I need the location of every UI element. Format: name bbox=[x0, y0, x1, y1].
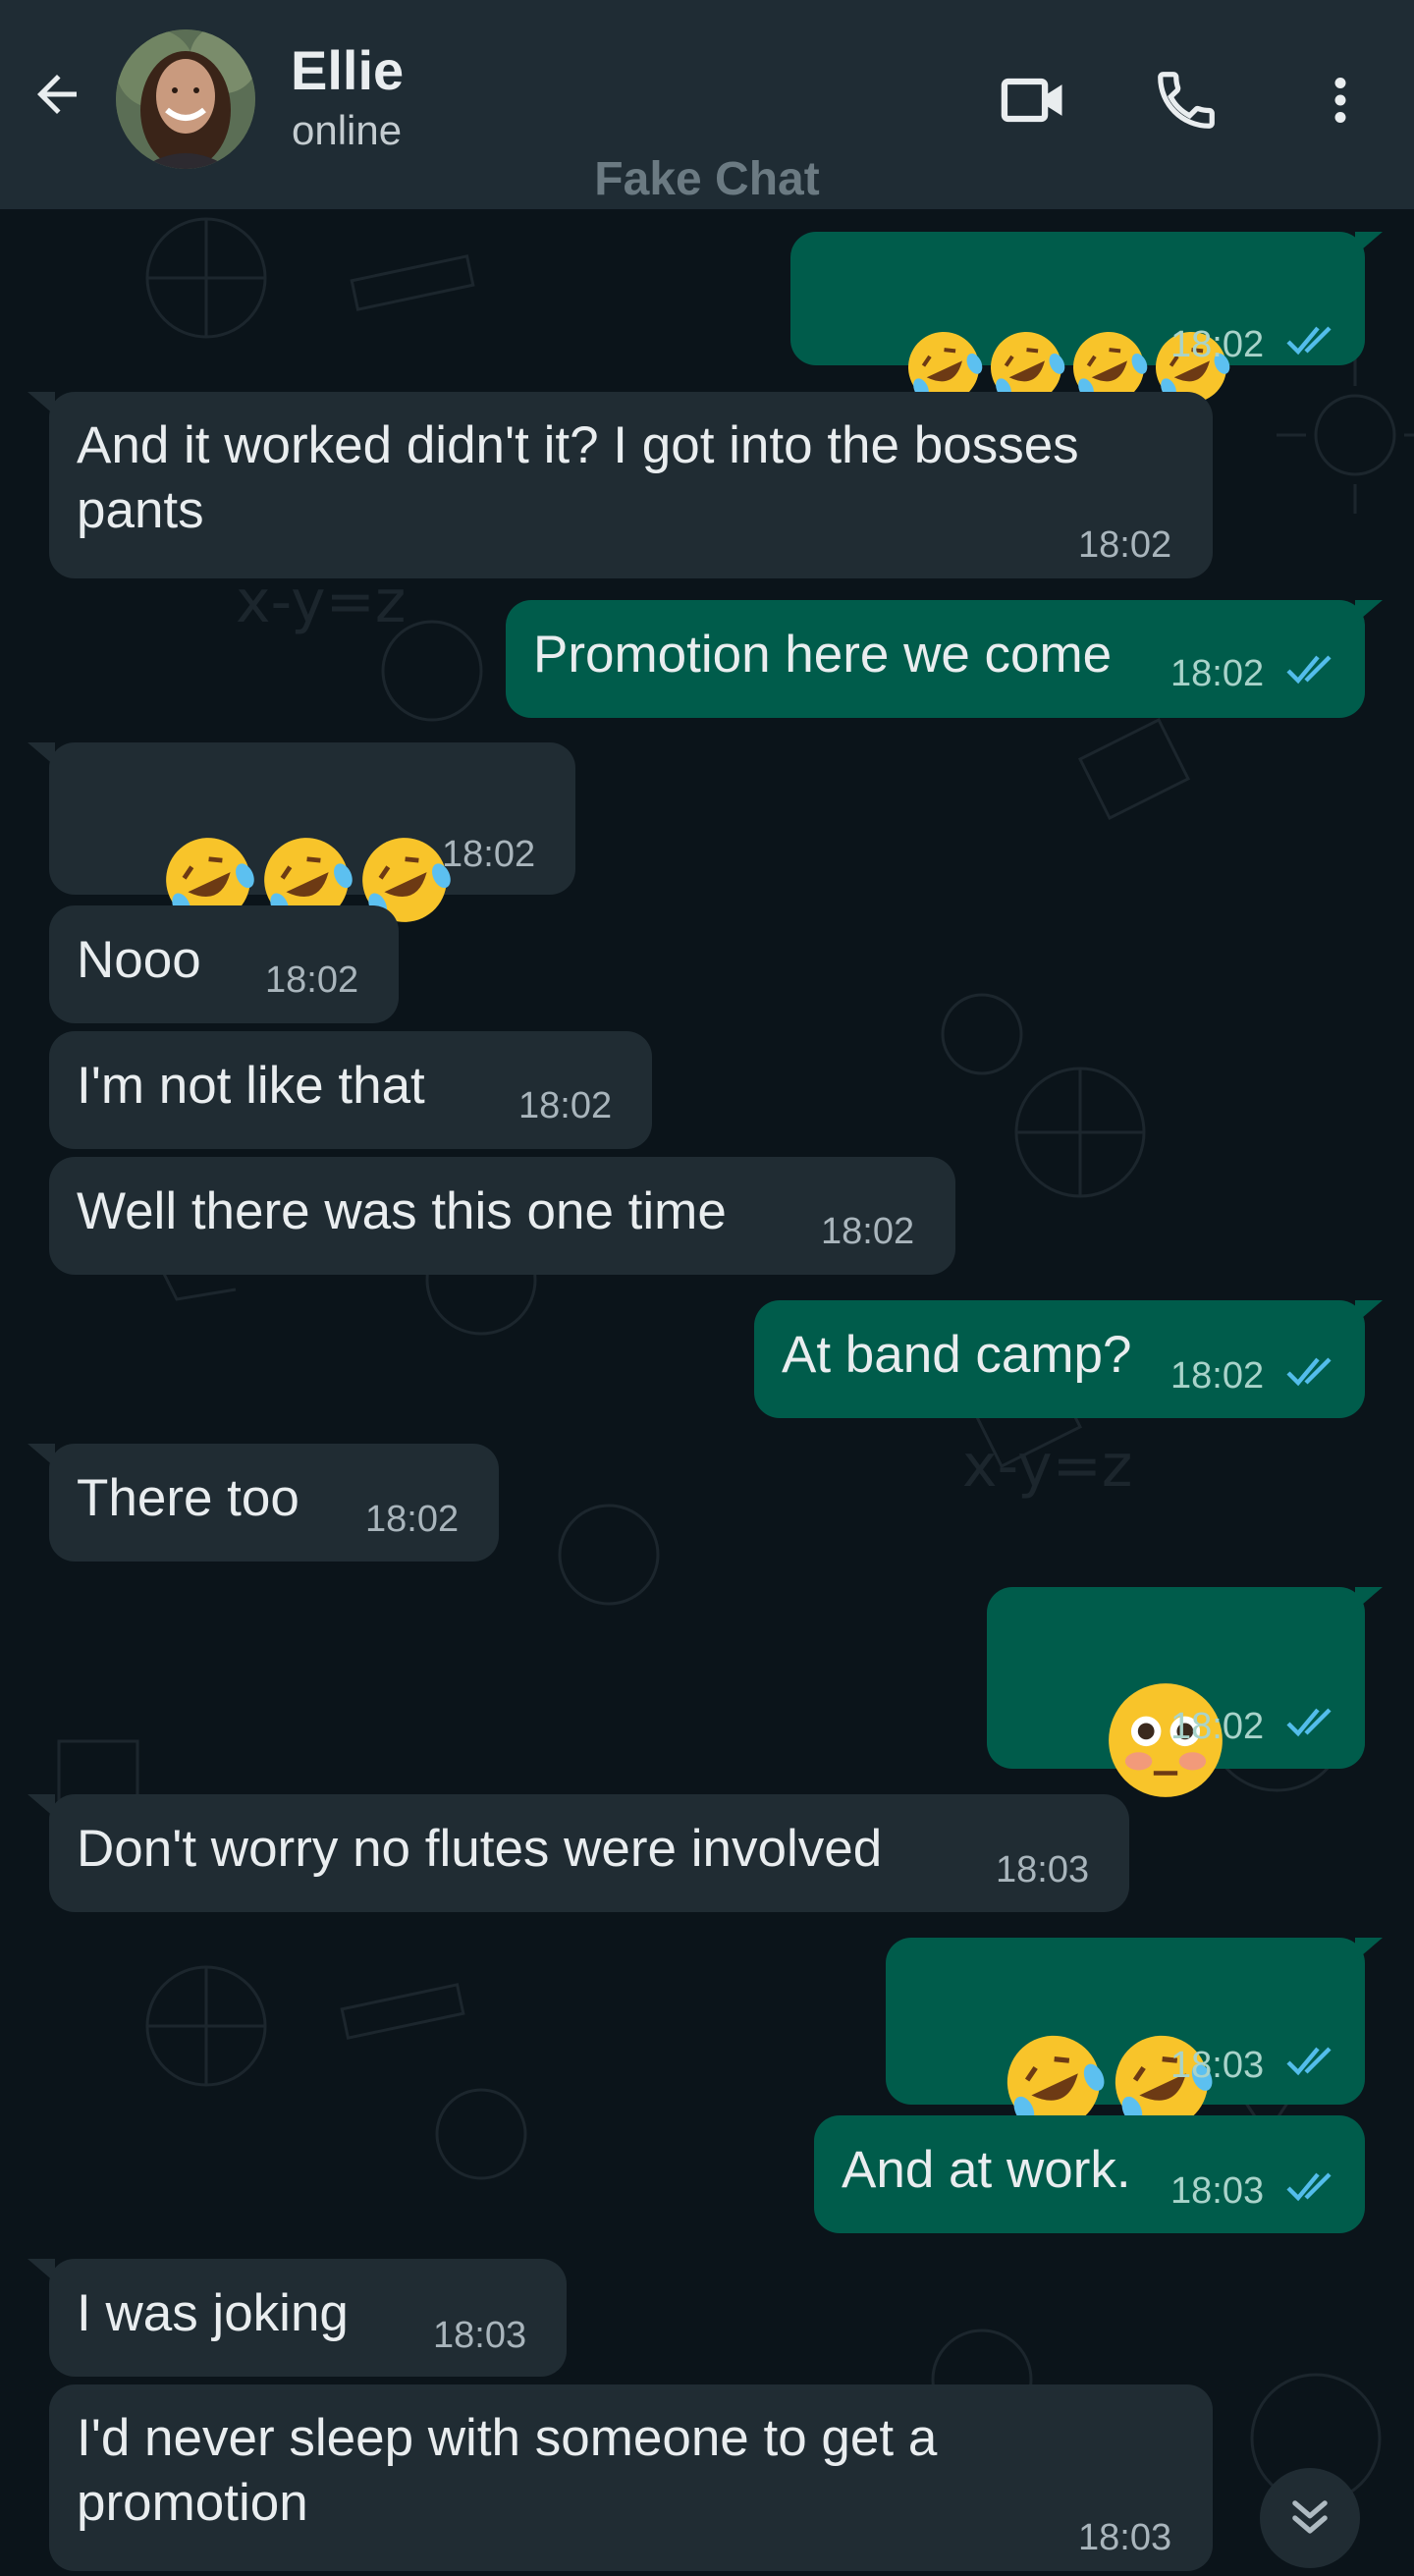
double-chevron-down-icon bbox=[1292, 2500, 1328, 2534]
message-time: 18:03 bbox=[1078, 2517, 1172, 2558]
message-text: And at work. bbox=[842, 2141, 1131, 2199]
bubble-tail bbox=[1355, 1587, 1383, 1611]
message-text: Promotion here we come bbox=[533, 626, 1113, 684]
message-text: I'd never sleep with someone to get a pr… bbox=[77, 2409, 952, 2532]
contact-name[interactable]: Ellie bbox=[291, 39, 404, 102]
arrow-left-icon bbox=[37, 75, 77, 114]
message-bubble-outgoing[interactable]: 18:02 bbox=[790, 232, 1365, 403]
message-text: I'm not like that bbox=[77, 1057, 425, 1115]
message-text: Don't worry no flutes were involved bbox=[77, 1820, 883, 1878]
bubble-tail bbox=[27, 1794, 55, 1818]
message-time: 18:02 bbox=[518, 1085, 613, 1126]
video-call-button[interactable] bbox=[995, 61, 1073, 139]
message-time: 18:03 bbox=[996, 1849, 1090, 1891]
message-time: 18:02 bbox=[1170, 1706, 1265, 1747]
message-bubble-incoming[interactable]: Don't worry no flutes were involved 18:0… bbox=[49, 1794, 1129, 1912]
chat-area[interactable]: x-y=z x-y=z 18:02 And it worked didn't i… bbox=[0, 209, 1414, 2576]
double-check-read-icon bbox=[1286, 2047, 1332, 2076]
message-text: Well there was this one time bbox=[77, 1182, 727, 1240]
double-check-read-icon bbox=[1286, 1357, 1332, 1387]
bubble-tail bbox=[1355, 600, 1383, 624]
chat-header: Ellie online Fake Chat bbox=[0, 0, 1414, 209]
message-time: 18:02 bbox=[265, 959, 359, 1001]
message-bubble-incoming[interactable]: Well there was this one time 18:02 bbox=[49, 1157, 955, 1275]
watermark: Fake Chat bbox=[594, 153, 820, 205]
back-button[interactable] bbox=[22, 59, 92, 130]
message-time: 18:03 bbox=[1170, 2045, 1265, 2086]
message-bubble-incoming[interactable]: I was joking 18:03 bbox=[49, 2259, 567, 2377]
bubble-tail bbox=[27, 2259, 55, 2282]
avatar[interactable] bbox=[116, 29, 255, 169]
message-bubble-incoming[interactable]: I'm not like that 18:02 bbox=[49, 1031, 652, 1149]
svg-text:x-y=z: x-y=z bbox=[962, 1432, 1132, 1501]
message-text: At band camp? bbox=[782, 1326, 1132, 1384]
message-bubble-incoming[interactable]: 18:02 bbox=[49, 742, 575, 922]
message-time: 18:02 bbox=[1170, 653, 1265, 694]
message-text: There too bbox=[77, 1469, 299, 1527]
message-text: And it worked didn't it? I got into the … bbox=[77, 416, 1094, 539]
bubble-tail bbox=[1355, 232, 1383, 255]
scroll-to-bottom-button[interactable] bbox=[1260, 2468, 1360, 2568]
bubble-tail bbox=[1355, 1938, 1383, 1961]
more-vertical-icon bbox=[1334, 78, 1346, 123]
message-bubble-incoming[interactable]: There too 18:02 bbox=[49, 1444, 499, 1562]
message-bubble-incoming[interactable]: I'd never sleep with someone to get a pr… bbox=[49, 2384, 1213, 2571]
video-camera-icon bbox=[1001, 78, 1062, 123]
avatar-photo bbox=[116, 29, 255, 169]
bubble-tail bbox=[1355, 1300, 1383, 1324]
double-check-read-icon bbox=[1286, 2172, 1332, 2202]
message-text: Nooo bbox=[77, 931, 201, 989]
bubble-tail bbox=[27, 1444, 55, 1467]
message-time: 18:03 bbox=[433, 2315, 527, 2356]
message-time: 18:02 bbox=[365, 1499, 460, 1540]
phone-icon bbox=[1158, 72, 1215, 129]
message-text: I was joking bbox=[77, 2284, 349, 2342]
double-check-read-icon bbox=[1286, 1708, 1332, 1737]
double-check-read-icon bbox=[1286, 326, 1332, 356]
more-options-button[interactable] bbox=[1301, 61, 1380, 139]
bubble-tail bbox=[27, 742, 55, 766]
message-time: 18:02 bbox=[442, 834, 536, 875]
message-time: 18:02 bbox=[1078, 524, 1172, 566]
message-bubble-outgoing[interactable]: And at work. 18:03 bbox=[814, 2115, 1365, 2233]
double-check-read-icon bbox=[1286, 655, 1332, 685]
message-time: 18:02 bbox=[1170, 324, 1265, 365]
message-bubble-incoming[interactable]: Nooo 18:02 bbox=[49, 905, 399, 1023]
message-bubble-outgoing[interactable]: At band camp? 18:02 bbox=[754, 1300, 1365, 1418]
voice-call-button[interactable] bbox=[1147, 61, 1225, 139]
message-bubble-outgoing[interactable]: 18:02 bbox=[987, 1587, 1365, 1797]
message-time: 18:02 bbox=[821, 1211, 915, 1252]
bubble-tail bbox=[27, 392, 55, 415]
contact-status: online bbox=[292, 107, 403, 153]
message-bubble-outgoing[interactable]: Promotion here we come 18:02 bbox=[506, 600, 1365, 718]
message-time: 18:02 bbox=[1170, 1355, 1265, 1397]
message-time: 18:03 bbox=[1170, 2170, 1265, 2212]
message-bubble-incoming[interactable]: And it worked didn't it? I got into the … bbox=[49, 392, 1213, 578]
message-bubble-outgoing[interactable]: 18:03 bbox=[886, 1938, 1365, 2129]
